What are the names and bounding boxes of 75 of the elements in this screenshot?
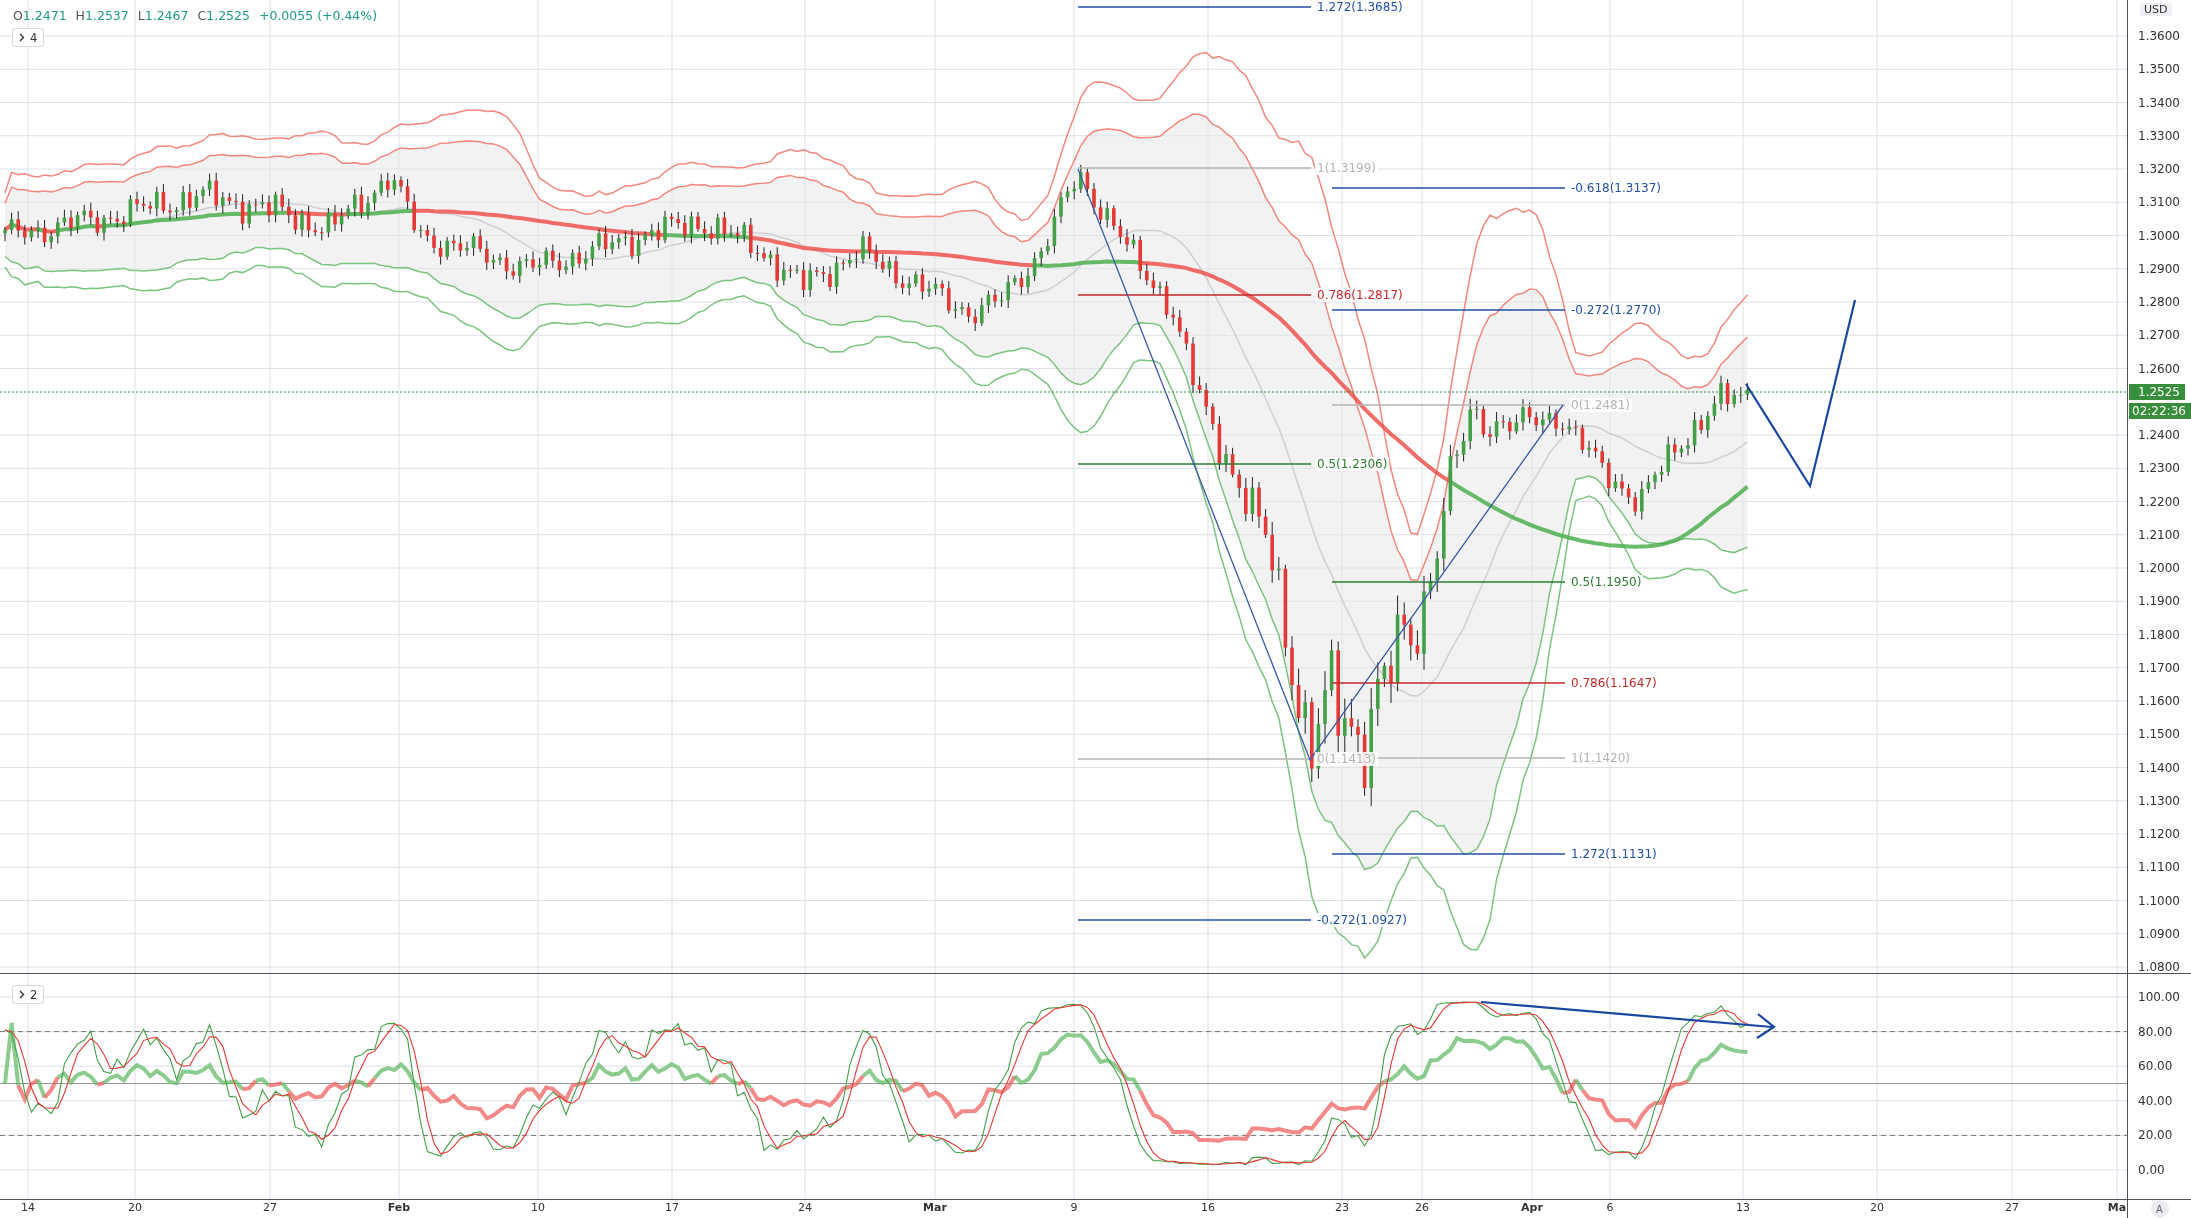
time-label: 27 [263,1201,277,1214]
time-label: 6 [1606,1201,1614,1214]
time-label: 20 [128,1201,142,1214]
price-tick: 1.1100 [2138,860,2180,875]
fib-level-label: 0.5(1.2306) [1315,457,1390,471]
time-label: 10 [531,1201,545,1214]
auto-scale-button[interactable]: A [2150,1200,2169,1218]
ohlc-value: H1.2537 [75,8,129,23]
oscillator-tick: 20.00 [2138,1128,2173,1143]
indicators-toggle[interactable]: 2 [12,985,45,1004]
price-tick: 1.2000 [2138,561,2180,575]
time-label: 24 [798,1201,812,1214]
time-label: Apr [1521,1201,1543,1214]
fib-level-label: 0.5(1.1950) [1569,575,1644,589]
price-tick: 1.2300 [2138,461,2180,476]
time-label: 16 [1201,1201,1215,1214]
fib-level-label: 0.786(1.2817) [1315,288,1405,302]
price-tick: 1.1600 [2138,694,2180,708]
oscillator-tick: 60.00 [2138,1059,2173,1074]
price-tick: 1.1000 [2138,893,2180,908]
oscillator-tick: 0.00 [2138,1163,2165,1177]
time-label: 23 [1335,1201,1349,1214]
currency-label: USD [2140,3,2172,16]
time-label: Feb [387,1201,411,1214]
price-tick: 1.3600 [2138,29,2180,43]
price-tick: 1.0900 [2138,926,2180,941]
oscillator-tick: 40.00 [2138,1093,2173,1108]
ohlc-value: C1.2525 [197,8,250,23]
fib-level-label: 1(1.3199) [1315,161,1378,175]
price-tick: 1.2900 [2138,261,2180,276]
current-price-label: 1.2525 [2129,384,2185,400]
fib-level-label: 1.272(1.3685) [1315,0,1405,14]
price-tick: 1.1500 [2138,727,2180,742]
fib-level-label: 0(1.2481) [1569,398,1632,412]
ohlc-value: L1.2467 [137,8,189,23]
time-label: 20 [1870,1201,1884,1214]
price-tick: 1.3500 [2138,62,2180,77]
chevron-icon [19,990,25,999]
oscillator-tick: 80.00 [2138,1024,2173,1039]
price-tick: 1.0800 [2138,960,2180,973]
fib-level-label: 1(1.1420) [1569,751,1632,765]
fib-level-label: 0.786(1.1647) [1569,676,1659,690]
price-tick: 1.1700 [2138,660,2180,675]
bar-countdown: 02:22:36 [2129,403,2191,419]
time-label: 14 [21,1201,35,1214]
fib-level-label: 0(1.1413) [1315,752,1378,766]
price-tick: 1.1400 [2138,760,2180,775]
price-tick: 1.2800 [2138,295,2180,309]
time-label: 13 [1736,1201,1750,1214]
price-tick: 1.3300 [2138,128,2180,143]
price-tick: 1.3400 [2138,95,2180,110]
price-tick: 1.1900 [2138,594,2180,609]
time-label: 9 [1070,1201,1078,1214]
price-tick: 1.2700 [2138,328,2180,343]
price-tick: 1.3200 [2138,162,2180,176]
time-label: Mar [923,1201,947,1214]
price-tick: 1.2400 [2138,428,2180,442]
indicators-toggle[interactable]: 4 [12,28,45,47]
time-label: 17 [665,1201,679,1214]
chevron-icon [19,33,25,42]
time-label: 27 [2005,1201,2019,1214]
price-tick: 1.3000 [2138,228,2180,243]
ohlc-value: O1.2471 [13,8,67,23]
price-tick: 1.2100 [2138,527,2180,542]
fib-level-label: 1.272(1.1131) [1569,847,1659,861]
price-tick: 1.2600 [2138,361,2180,376]
time-label: 26 [1415,1201,1429,1214]
price-change: +0.0055 (+0.44%) [258,8,378,23]
price-tick: 1.1300 [2138,793,2180,808]
time-label: Ma [2107,1201,2127,1214]
price-tick: 1.1800 [2138,627,2180,642]
price-tick: 1.1200 [2138,827,2180,841]
oscillator-tick: 100.00 [2138,990,2180,1004]
price-tick: 1.3100 [2138,195,2180,210]
price-tick: 1.2200 [2138,494,2180,509]
